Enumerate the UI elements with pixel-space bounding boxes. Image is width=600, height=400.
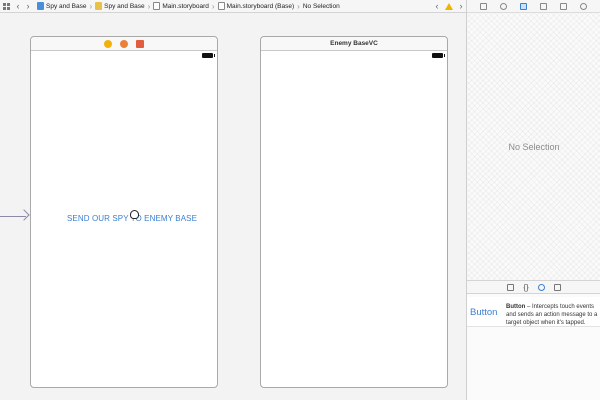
- battery-icon: [202, 53, 215, 58]
- storyboard-file-icon: [153, 2, 161, 10]
- back-button[interactable]: ‹: [13, 0, 23, 13]
- breadcrumb-separator-icon: ›: [147, 1, 151, 11]
- pointer-cursor-icon: [130, 210, 139, 219]
- forward-button[interactable]: ›: [23, 0, 33, 13]
- media-library-icon[interactable]: [553, 283, 561, 291]
- chevron-left-icon: ‹: [435, 1, 439, 11]
- scene-dock[interactable]: [31, 37, 217, 51]
- next-issue-button[interactable]: ›: [456, 0, 466, 13]
- breadcrumb-separator-icon: ›: [89, 1, 93, 11]
- scene-enemy-base[interactable]: Enemy BaseVC: [260, 36, 448, 388]
- object-library-icon[interactable]: [537, 283, 545, 291]
- connections-inspector-icon[interactable]: [580, 2, 588, 10]
- warning-icon[interactable]: [445, 2, 453, 10]
- battery-icon: [432, 53, 445, 58]
- scene-dock-icons: [104, 39, 144, 48]
- jump-bar: ‹ › Spy and Base › Spy and Base › Main.s…: [0, 0, 466, 13]
- inspector-content: No Selection: [467, 13, 600, 280]
- view-controller-icon[interactable]: [104, 39, 112, 48]
- previous-issue-button[interactable]: ‹: [432, 0, 442, 13]
- folder-icon: [95, 2, 103, 10]
- breadcrumb-label: Spy and Base: [46, 2, 87, 10]
- inspector-tab-bar: [467, 0, 600, 13]
- storyboard-canvas[interactable]: SEND OUR SPY TO ENEMY BASE Enemy BaseVC: [0, 13, 466, 400]
- attributes-inspector-icon[interactable]: [540, 2, 548, 10]
- chevron-right-icon: ›: [26, 1, 30, 11]
- code-snippet-library-icon[interactable]: {}: [523, 283, 528, 291]
- breadcrumb-item-project[interactable]: Spy and Base ›: [37, 2, 95, 11]
- identity-inspector-icon[interactable]: [519, 2, 527, 10]
- breadcrumb-separator-icon: ›: [211, 1, 215, 11]
- project-icon: [37, 2, 44, 10]
- entry-arrow-head: [18, 209, 30, 221]
- breadcrumb: Spy and Base › Spy and Base › Main.story…: [37, 2, 340, 11]
- breadcrumb-label: Spy and Base: [104, 2, 145, 10]
- scene-view-controller[interactable]: SEND OUR SPY TO ENEMY BASE: [30, 36, 218, 388]
- related-items-grid-icon[interactable]: [3, 2, 10, 10]
- storyboard-file-icon: [217, 2, 225, 10]
- quick-help-icon[interactable]: [499, 2, 507, 10]
- utilities-panel: No Selection {} Button Button – Intercep…: [466, 0, 600, 400]
- size-inspector-icon[interactable]: [560, 2, 568, 10]
- breadcrumb-item-folder[interactable]: Spy and Base ›: [95, 2, 153, 11]
- button-object-icon: Button: [470, 307, 498, 318]
- library-item-description: Button – Intercepts touch events and sen…: [506, 303, 600, 327]
- library-item-title: Button: [506, 304, 526, 310]
- breadcrumb-label: No Selection: [302, 2, 340, 10]
- initial-view-controller-arrow[interactable]: [0, 209, 30, 224]
- file-template-library-icon[interactable]: [507, 283, 515, 291]
- chevron-right-icon: ›: [459, 1, 463, 11]
- library-tab-bar: {}: [467, 280, 600, 294]
- breadcrumb-separator-icon: ›: [297, 1, 300, 11]
- jump-bar-controls: ‹ ›: [432, 0, 466, 13]
- breadcrumb-item-storyboard-base[interactable]: Main.storyboard (Base) ›: [217, 1, 303, 11]
- chevron-left-icon: ‹: [16, 1, 20, 11]
- breadcrumb-item-storyboard[interactable]: Main.storyboard ›: [153, 2, 217, 11]
- exit-icon[interactable]: [136, 39, 144, 48]
- breadcrumb-label: Main.storyboard (Base): [226, 2, 295, 10]
- file-inspector-icon[interactable]: [479, 2, 487, 10]
- library-item-button[interactable]: Button Button – Intercepts touch events …: [467, 297, 600, 327]
- breadcrumb-item-selection[interactable]: No Selection: [303, 3, 340, 10]
- first-responder-icon[interactable]: [120, 39, 128, 48]
- scene-title[interactable]: Enemy BaseVC: [261, 37, 447, 51]
- breadcrumb-label: Main.storyboard: [162, 2, 209, 10]
- no-selection-label: No Selection: [508, 141, 560, 152]
